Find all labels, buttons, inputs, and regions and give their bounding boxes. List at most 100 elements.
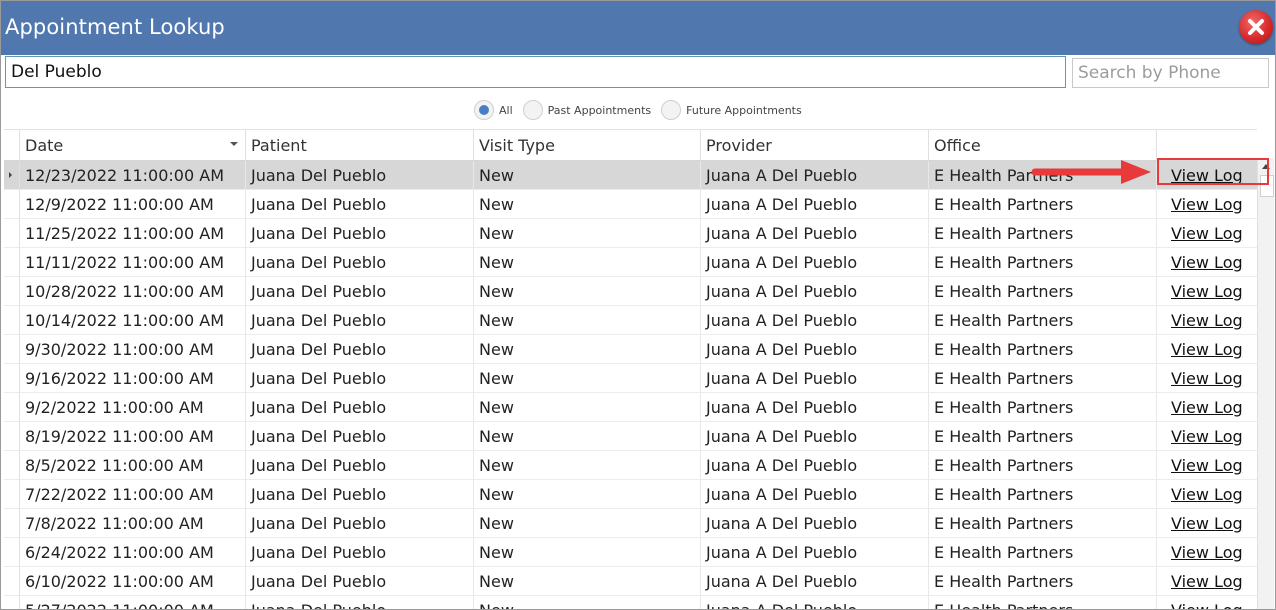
view-log-link[interactable]: View Log [1171, 369, 1243, 388]
row-indicator-cell [4, 567, 20, 596]
table-row[interactable]: 9/2/2022 11:00:00 AM Juana Del Pueblo New J… [4, 393, 1257, 422]
cell-office: E Health Partners [929, 509, 1157, 538]
cell-office: E Health Partners [929, 480, 1157, 509]
filter-all-radio[interactable]: All [474, 100, 523, 120]
table-row[interactable]: 12/9/2022 11:00:00 AM Juana Del Pueblo New… [4, 190, 1257, 219]
view-log-link[interactable]: View Log [1171, 543, 1243, 562]
column-header-visit-type[interactable]: Visit Type [474, 130, 701, 160]
filter-label: Future Appointments [686, 103, 802, 117]
table-row[interactable]: 9/30/2022 11:00:00 AM Juana Del Pueblo New… [4, 335, 1257, 364]
view-log-link[interactable]: View Log [1171, 572, 1243, 591]
table-row[interactable]: 5/27/2022 11:00:00 AMJuana Del PuebloNew… [4, 596, 1257, 609]
cell-visit-type: New [474, 248, 701, 277]
table-row[interactable]: 9/16/2022 11:00:00 AM Juana Del Pueblo New… [4, 364, 1257, 393]
phone-search-input[interactable] [1072, 58, 1269, 88]
cell-patient: Juana Del Pueblo [246, 393, 474, 422]
table-row[interactable]: 11/25/2022 11:00:00 AM Juana Del Pueblo Ne… [4, 219, 1257, 248]
view-log-link[interactable]: View Log [1171, 398, 1243, 417]
table-row[interactable]: 11/11/2022 11:00:00 AM Juana Del Pueblo Ne… [4, 248, 1257, 277]
table-row[interactable]: 8/19/2022 11:00:00 AM Juana Del Pueblo New… [4, 422, 1257, 451]
cell-patient: Juana Del Pueblo [246, 190, 474, 219]
cell-patient: Juana Del Pueblo [246, 538, 474, 567]
view-log-link[interactable]: View Log [1171, 166, 1243, 185]
close-button[interactable] [1239, 10, 1273, 44]
cell-patient: Juana Del Pueblo [246, 161, 474, 190]
cell-action: View Log [1157, 422, 1257, 451]
view-log-link[interactable]: View Log [1171, 253, 1243, 272]
column-header-label: Date [25, 136, 64, 155]
cell-visit-type: New [474, 480, 701, 509]
cell-provider: Juana A Del Pueblo [701, 161, 929, 190]
cell-date: 10/14/2022 11:00:00 AM [20, 306, 246, 335]
table-row[interactable]: 6/10/2022 11:00:00 AM Juana Del Pueblo New… [4, 567, 1257, 596]
cell-action: View Log [1157, 306, 1257, 335]
cell-office: E Health Partners [929, 277, 1157, 306]
column-header-action [1157, 130, 1257, 160]
row-indicator-cell [4, 596, 20, 609]
cell-visit-type: New [474, 538, 701, 567]
filter-future-radio[interactable]: Future Appointments [661, 100, 812, 120]
view-log-link[interactable]: View Log [1171, 514, 1243, 533]
cell-action: View Log [1157, 364, 1257, 393]
table-row[interactable]: 10/28/2022 11:00:00 AM Juana Del Pueblo Ne… [4, 277, 1257, 306]
table-header: Date Patient Visit Type Provider Office [4, 129, 1257, 161]
row-indicator-cell [4, 161, 20, 190]
view-log-link[interactable]: View Log [1171, 195, 1243, 214]
column-header-patient[interactable]: Patient [246, 130, 474, 160]
cell-date: 9/30/2022 11:00:00 AM [20, 335, 246, 364]
view-log-link[interactable]: View Log [1171, 340, 1243, 359]
cell-visit-type: New [474, 277, 701, 306]
cell-visit-type: New [474, 596, 701, 609]
filter-label: All [499, 103, 513, 117]
name-search-input[interactable] [5, 56, 1066, 88]
cell-provider: Juana A Del Pueblo [701, 219, 929, 248]
filter-past-radio[interactable]: Past Appointments [522, 100, 661, 120]
column-header-office[interactable]: Office [929, 130, 1157, 160]
table-row[interactable]: 7/8/2022 11:00:00 AM Juana Del Pueblo New J… [4, 509, 1257, 538]
vertical-scrollbar[interactable] [1257, 158, 1274, 609]
cell-action: View Log [1157, 451, 1257, 480]
table-row[interactable]: 7/22/2022 11:00:00 AM Juana Del Pueblo New… [4, 480, 1257, 509]
title-bar: Appointment Lookup [1, 1, 1275, 55]
view-log-link[interactable]: View Log [1171, 456, 1243, 475]
cell-visit-type: New [474, 161, 701, 190]
cell-office: E Health Partners [929, 335, 1157, 364]
view-log-link[interactable]: View Log [1171, 224, 1243, 243]
table-row[interactable]: 8/5/2022 11:00:00 AM Juana Del Pueblo New J… [4, 451, 1257, 480]
row-indicator-cell [4, 306, 20, 335]
appointment-filter-group: All Past Appointments Future Appointment… [474, 98, 812, 122]
view-log-link[interactable]: View Log [1171, 311, 1243, 330]
cell-provider: Juana A Del Pueblo [701, 480, 929, 509]
cell-provider: Juana A Del Pueblo [701, 277, 929, 306]
view-log-link[interactable]: View Log [1171, 485, 1243, 504]
column-header-provider[interactable]: Provider [701, 130, 929, 160]
row-indicator-cell [4, 538, 20, 567]
cell-provider: Juana A Del Pueblo [701, 190, 929, 219]
cell-date: 6/10/2022 11:00:00 AM [20, 567, 246, 596]
cell-action: View Log [1157, 509, 1257, 538]
table-row[interactable]: 12/23/2022 11:00:00 AM Juana Del Pueblo Ne… [4, 161, 1257, 190]
cell-patient: Juana Del Pueblo [246, 306, 474, 335]
table-row[interactable]: 6/24/2022 11:00:00 AM Juana Del Pueblo New… [4, 538, 1257, 567]
scroll-thumb[interactable] [1260, 175, 1274, 197]
view-log-link[interactable]: View Log [1171, 427, 1243, 446]
view-log-link[interactable]: View Log [1171, 601, 1243, 609]
cell-office: E Health Partners [929, 219, 1157, 248]
view-log-link[interactable]: View Log [1171, 282, 1243, 301]
cell-action: View Log [1157, 567, 1257, 596]
cell-visit-type: New [474, 306, 701, 335]
appointments-table: Date Patient Visit Type Provider Office … [4, 129, 1257, 609]
cell-visit-type: New [474, 190, 701, 219]
cell-patient: Juana Del Pueblo [246, 248, 474, 277]
current-row-icon [9, 172, 12, 178]
cell-office: E Health Partners [929, 451, 1157, 480]
cell-date: 10/28/2022 11:00:00 AM [20, 277, 246, 306]
cell-provider: Juana A Del Pueblo [701, 422, 929, 451]
column-header-date[interactable]: Date [20, 130, 246, 160]
scroll-up-icon[interactable] [1262, 164, 1270, 169]
cell-office: E Health Partners [929, 248, 1157, 277]
cell-office: E Health Partners [929, 538, 1157, 567]
table-row[interactable]: 10/14/2022 11:00:00 AM Juana Del Pueblo Ne… [4, 306, 1257, 335]
cell-patient: Juana Del Pueblo [246, 335, 474, 364]
cell-date: 5/27/2022 11:00:00 AM [20, 596, 246, 609]
